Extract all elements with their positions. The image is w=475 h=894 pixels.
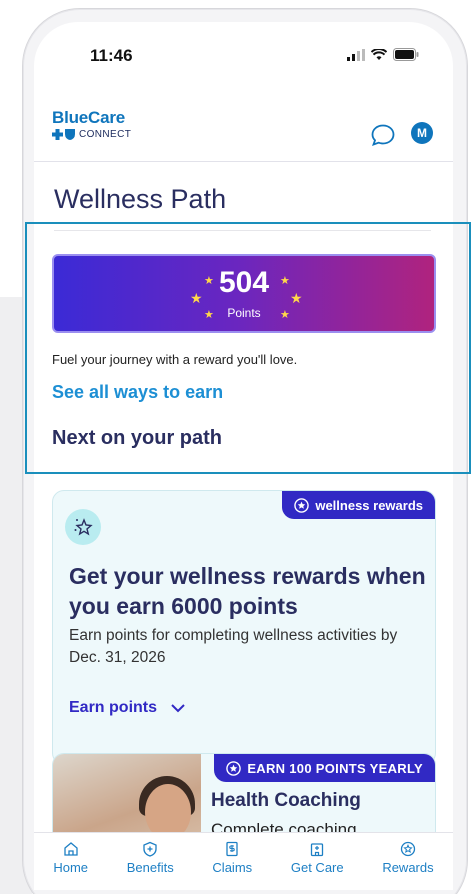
shield-plus-icon (143, 841, 157, 857)
logo-brand: BlueCare (52, 108, 126, 127)
wellness-rewards-badge: wellness rewards (282, 491, 435, 519)
home-icon (64, 842, 78, 856)
app-header: BlueCare CONNECT M (34, 92, 453, 162)
next-on-path-heading: Next on your path (52, 427, 223, 449)
see-all-ways-link[interactable]: See all ways to earn (52, 382, 223, 403)
document-dollar-icon (226, 841, 238, 857)
divider (54, 230, 431, 231)
tab-claims[interactable]: Claims (212, 841, 252, 875)
tab-get-care[interactable]: Get Care (291, 841, 344, 875)
coaching-title: Health Coaching (211, 790, 361, 811)
cross-shield-icon (52, 129, 75, 140)
card-description: Earn points for completing wellness acti… (69, 627, 398, 666)
wifi-icon (371, 48, 387, 60)
earn-points-yearly-badge: EARN 100 POINTS YEARLY (214, 754, 435, 782)
star-circle-icon (294, 497, 310, 513)
building-icon (311, 843, 324, 857)
tab-benefits[interactable]: Benefits (127, 841, 174, 875)
tab-rewards[interactable]: Rewards (382, 841, 434, 875)
chat-icon[interactable] (371, 124, 395, 146)
signal-icon (347, 48, 365, 61)
earn-points-button[interactable]: Earn points (69, 699, 185, 717)
star-circle-icon (226, 760, 242, 776)
status-icons (347, 48, 419, 61)
points-banner: ★ ★ ★ ★ ★ ★ 504 Points (52, 254, 436, 333)
logo-sub-text: CONNECT (79, 129, 132, 140)
points-value: 504 (218, 266, 270, 299)
chevron-down-icon (171, 703, 185, 712)
status-bar: 11:46 (34, 22, 453, 92)
wellness-rewards-card[interactable]: wellness rewards Get your wellness rewar… (52, 490, 436, 765)
battery-icon (393, 48, 419, 61)
card-title: Get your wellness rewards when you earn … (69, 563, 426, 619)
star-badge-icon (400, 841, 416, 857)
sparkle-star-icon (65, 509, 101, 545)
phone-screen: 11:46 BlueCare CONNECT M Wellness Path ★… (34, 22, 453, 890)
bluecare-logo[interactable]: BlueCare CONNECT (52, 108, 131, 140)
points-label: Points (227, 306, 261, 320)
tab-home[interactable]: Home (53, 841, 88, 875)
fuel-text: Fuel your journey with a reward you'll l… (52, 352, 298, 367)
avatar[interactable]: M (411, 122, 433, 144)
bottom-tab-bar: Home Benefits Claims Get Care Rewards (34, 832, 453, 890)
status-time: 11:46 (90, 46, 133, 65)
page-title: Wellness Path (54, 184, 227, 214)
